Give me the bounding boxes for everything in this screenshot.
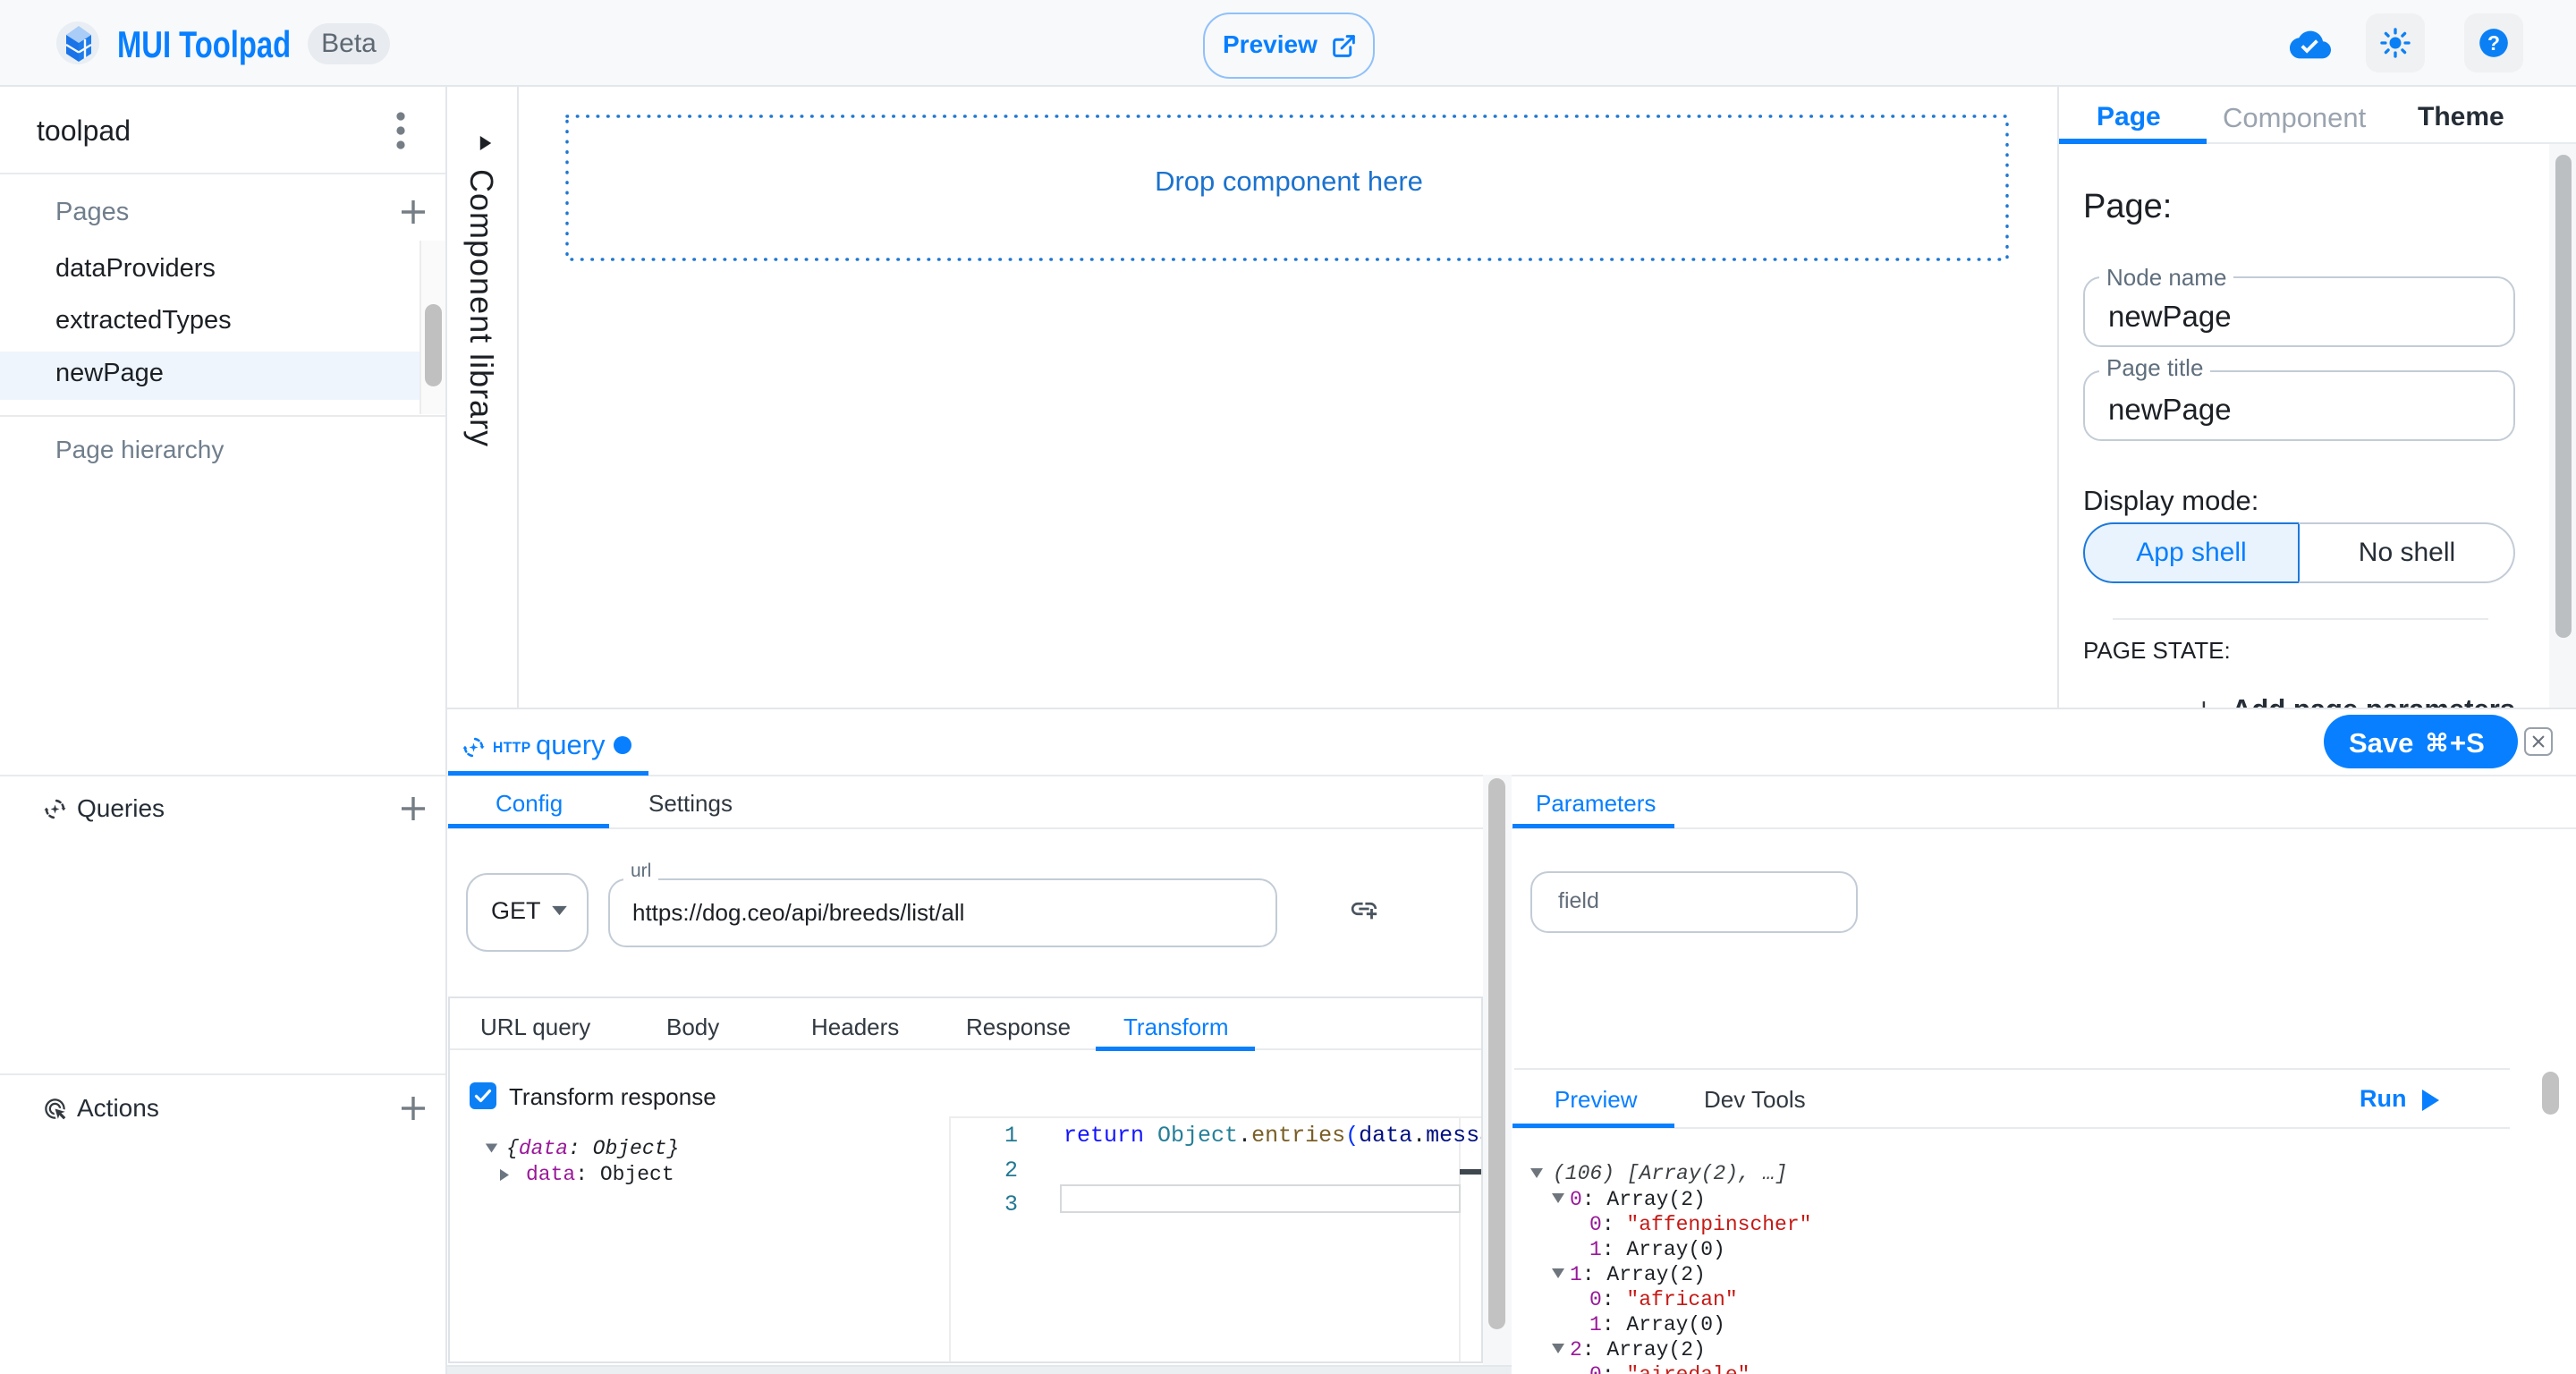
svg-text:?: ?	[2487, 31, 2500, 55]
